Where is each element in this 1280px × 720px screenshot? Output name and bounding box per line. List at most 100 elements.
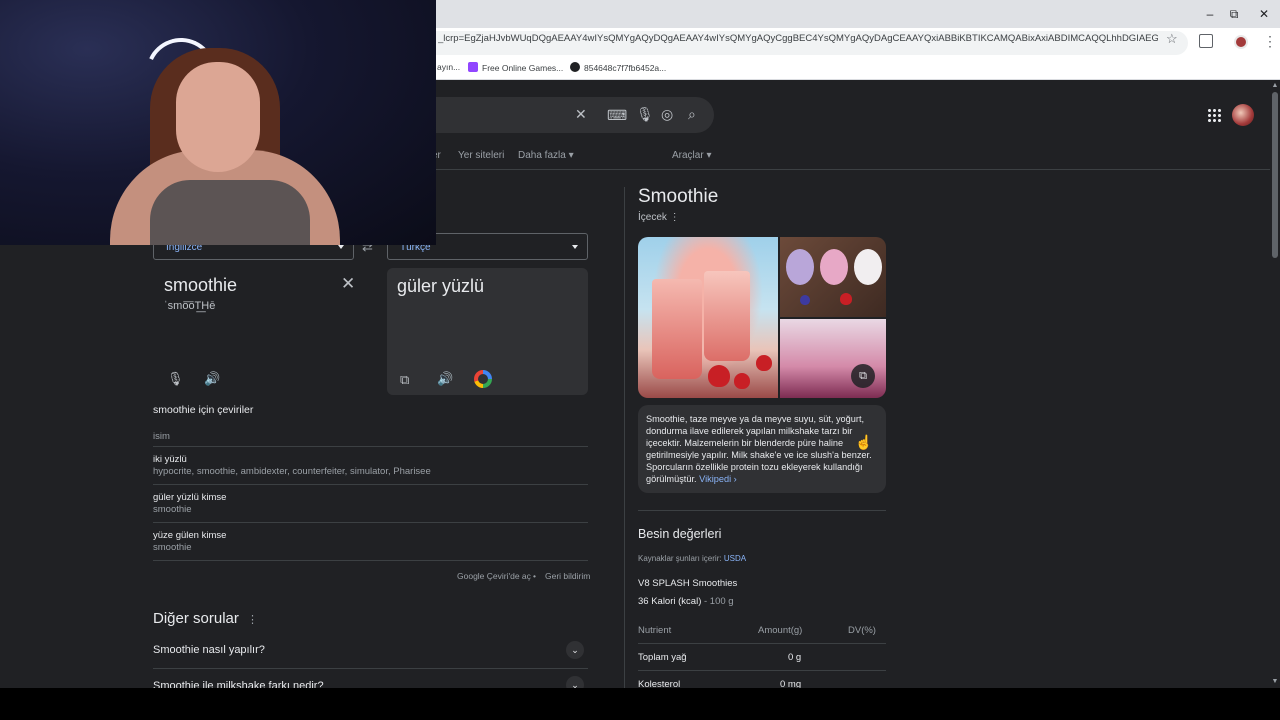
chevron-down-icon	[338, 245, 344, 249]
avatar[interactable]	[1232, 104, 1254, 126]
divider	[638, 643, 886, 644]
open-google-translate-link[interactable]: Google Çeviri'de aç	[457, 571, 531, 581]
footer-dot: •	[533, 571, 536, 581]
translation-word: iki yüzlü	[153, 454, 187, 465]
smoothie-image-cups[interactable]	[780, 237, 886, 317]
cup-shape	[820, 249, 848, 285]
translation-synonyms: hypocrite, smoothie, ambidexter, counter…	[153, 466, 431, 477]
restore-button[interactable]: ⧉	[1222, 4, 1246, 24]
nutrition-title: Besin değerleri	[638, 527, 722, 541]
nutrient-amount: 0 g	[788, 652, 802, 663]
scrollbar-thumb[interactable]	[1272, 92, 1278, 258]
nutrient-name: Kolesterol	[638, 679, 681, 688]
nutrient-amount: 0 mg	[780, 679, 802, 688]
question-item[interactable]: Smoothie ile milkshake farkı nedir?	[153, 680, 324, 688]
smoothie-image-glass[interactable]	[780, 319, 886, 398]
clear-source-icon[interactable]: ✕	[341, 274, 355, 294]
person-top-shape	[150, 180, 310, 245]
minimize-button[interactable]: –	[1198, 4, 1222, 24]
google-logo-icon[interactable]	[474, 370, 492, 388]
translation-synonyms: smoothie	[153, 504, 192, 515]
extensions-icon[interactable]	[1199, 34, 1213, 48]
url-text[interactable]: _lcrp=EgZjaHJvbWUqDQgAEAAY4wIYsQMYgAQyDQ…	[438, 33, 1158, 44]
smoothie-image-main[interactable]	[638, 237, 778, 398]
clear-search-icon[interactable]: ✕	[575, 106, 587, 123]
bookmark-item[interactable]: ayın...	[437, 62, 460, 72]
panel-subtitle: İçecek ⋮	[638, 212, 680, 223]
table-header-nutrient: Nutrient	[638, 625, 672, 636]
lens-icon[interactable]: ◎	[661, 106, 673, 123]
divider	[153, 484, 588, 485]
other-questions-title: Diğer sorular	[153, 610, 239, 627]
tab-places[interactable]: Yer siteleri	[458, 150, 504, 161]
divider	[153, 668, 588, 669]
table-header-amount: Amount(g)	[758, 625, 803, 636]
copy-icon[interactable]: ⧉	[400, 372, 409, 388]
source-text[interactable]: smoothie	[164, 275, 237, 296]
product-name: V8 SPLASH Smoothies	[638, 578, 738, 589]
target-speaker-icon[interactable]: 🔊	[437, 371, 453, 387]
cup-shape	[786, 249, 814, 285]
feedback-link[interactable]: Geri bildirim	[545, 571, 590, 581]
twitch-icon	[468, 62, 478, 72]
more-options-icon[interactable]: ⋮	[247, 613, 258, 626]
translation-synonyms: smoothie	[153, 542, 192, 553]
microphone-icon[interactable]: 🎙	[636, 106, 654, 123]
webcam-overlay	[0, 0, 436, 245]
translation-word: güler yüzlü kimse	[153, 492, 227, 503]
bookmark-item[interactable]: 854648c7f7fb6452a...	[570, 62, 666, 73]
translated-text: güler yüzlü	[397, 276, 485, 296]
table-header-dv: DV(%)	[848, 625, 876, 636]
bookmark-item[interactable]: Free Online Games...	[468, 62, 563, 73]
bookmark-star-icon[interactable]: ☆	[1166, 31, 1178, 47]
close-window-button[interactable]: ✕	[1252, 4, 1276, 24]
panel-divider	[624, 187, 625, 688]
image-gallery-icon[interactable]: ⧉	[851, 364, 875, 388]
screen: – ⧉ ✕ _lcrp=EgZjaHJvbWUqDQgAEAAY4wIYsQMY…	[0, 0, 1280, 688]
strawberry-shape	[708, 365, 730, 387]
translation-word: yüze gülen kimse	[153, 530, 227, 541]
part-of-speech-label: isim	[153, 431, 170, 442]
scroll-up-icon[interactable]: ▲	[1270, 82, 1280, 89]
description-text: Smoothie, taze meyve ya da meyve suyu, s…	[646, 414, 872, 485]
cup-shape	[854, 249, 882, 285]
letterbox-bar	[0, 688, 1280, 720]
browser-profile-avatar[interactable]	[1234, 35, 1248, 49]
person-face-shape	[176, 62, 260, 172]
panel-description: Smoothie, taze meyve ya da meyve suyu, s…	[646, 413, 882, 486]
keyboard-icon[interactable]: ⌨	[607, 107, 627, 124]
phonetic-text: ˈsmo͞oT͟Hē	[164, 300, 216, 312]
source-speaker-icon[interactable]: 🔊	[204, 371, 220, 387]
globe-icon	[570, 62, 580, 72]
nutrient-name: Toplam yağ	[638, 652, 687, 663]
question-item[interactable]: Smoothie nasıl yapılır?	[153, 644, 265, 656]
divider	[638, 510, 886, 511]
divider	[153, 560, 588, 561]
strawberry-shape	[756, 355, 772, 371]
chevron-down-icon[interactable]: ⌄	[566, 641, 584, 659]
search-icon[interactable]: ⌕	[688, 106, 696, 123]
chevron-down-icon	[572, 245, 578, 249]
strawberry-shape	[840, 293, 852, 305]
divider	[153, 522, 588, 523]
blueberry-shape	[800, 295, 810, 305]
source-microphone-icon[interactable]: 🎙	[167, 371, 184, 387]
wikipedia-link[interactable]: Vikipedi ›	[699, 474, 737, 484]
strawberry-shape	[734, 373, 750, 389]
chevron-down-icon[interactable]: ⌄	[566, 676, 584, 688]
google-apps-icon[interactable]	[1207, 108, 1221, 122]
scroll-down-icon[interactable]: ▼	[1270, 678, 1280, 685]
calories-value: 36 Kalori (kcal) - 100 g	[638, 596, 734, 607]
tab-more[interactable]: Daha fazla ▾	[518, 150, 574, 161]
source-note: Kaynaklar şunları içerir: USDA	[638, 554, 747, 563]
translations-section-title: smoothie için çeviriler	[153, 404, 254, 416]
hand-cursor-icon: ☝	[855, 434, 873, 450]
panel-title: Smoothie	[638, 186, 719, 207]
glass-shape	[652, 279, 702, 379]
divider	[638, 670, 886, 671]
divider	[153, 446, 588, 447]
usda-link[interactable]: USDA	[724, 554, 746, 563]
tab-tools[interactable]: Araçlar ▾	[672, 150, 712, 161]
glass-shape	[704, 271, 750, 361]
browser-menu-icon[interactable]: ⋮	[1263, 33, 1277, 50]
